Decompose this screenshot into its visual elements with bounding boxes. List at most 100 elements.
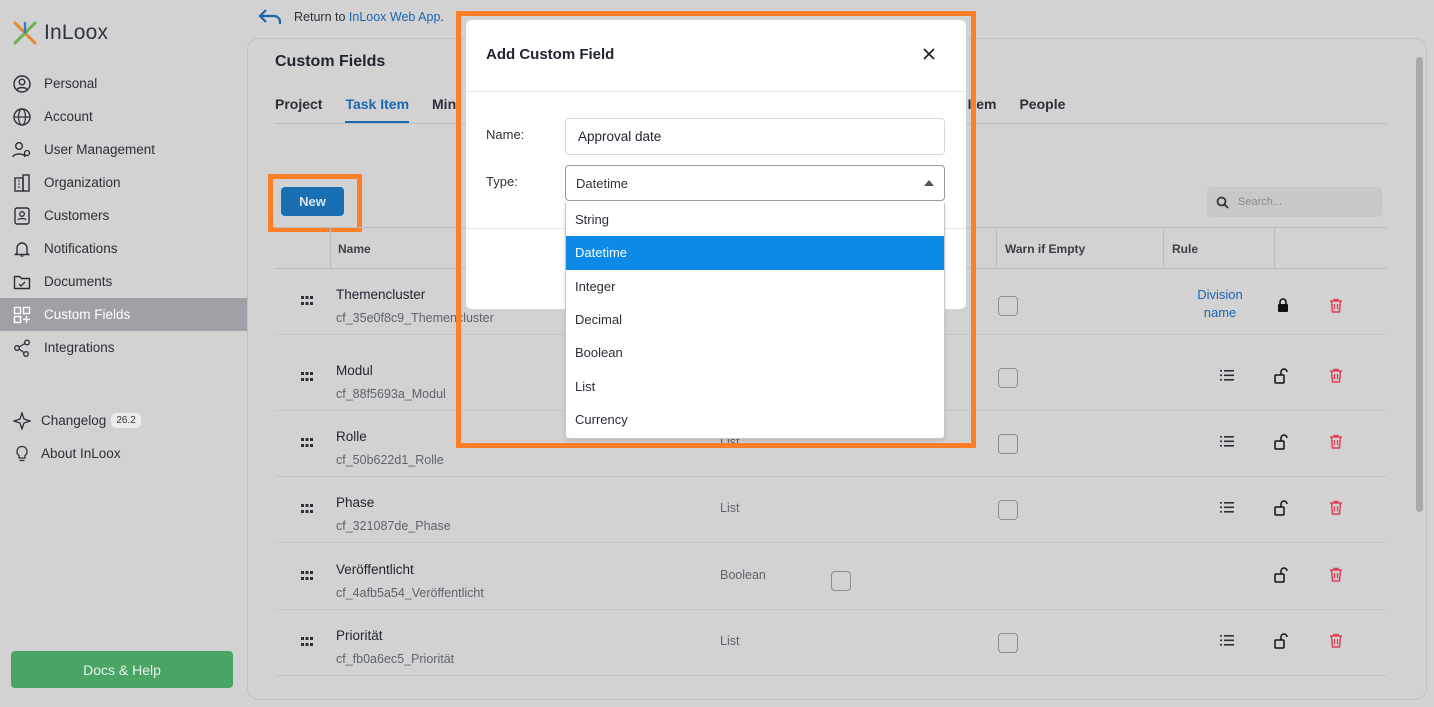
column-warn-if-empty[interactable]: Warn if Empty — [1005, 242, 1085, 256]
sidebar-item-label: Account — [44, 109, 93, 124]
lock-closed-icon[interactable] — [1277, 298, 1289, 312]
field-type: List — [720, 634, 740, 648]
dialog-highlight — [456, 11, 976, 448]
sidebar-item-personal[interactable]: Personal — [0, 67, 247, 100]
drag-handle-icon[interactable] — [301, 504, 313, 513]
field-name: Themencluster — [336, 287, 426, 302]
column-divider — [330, 228, 331, 269]
person-icon — [12, 74, 32, 94]
lock-open-icon[interactable] — [1274, 633, 1288, 649]
table-row[interactable]: Phase cf_321087de_Phase List — [275, 477, 1387, 543]
list-icon[interactable] — [1220, 436, 1234, 447]
field-name: Phase — [336, 495, 375, 510]
sidebar-item-label: User Management — [44, 142, 156, 157]
tab-project[interactable]: Project — [275, 96, 322, 123]
table-row[interactable]: Priorität cf_fb0a6ec5_Priorität List — [275, 610, 1387, 676]
lock-open-icon[interactable] — [1274, 368, 1288, 384]
field-name: Veröffentlicht — [336, 562, 414, 577]
warn-if-empty-checkbox[interactable] — [998, 296, 1018, 316]
sparkle-icon — [12, 411, 32, 431]
trash-icon[interactable] — [1329, 434, 1343, 449]
drag-handle-icon[interactable] — [301, 571, 313, 580]
drag-handle-icon[interactable] — [301, 296, 313, 305]
sidebar-item-label: About InLoox — [41, 446, 121, 461]
column-divider — [1163, 228, 1164, 269]
globe-icon — [12, 107, 32, 127]
sidebar-secondary-nav: Changelog 26.2 About InLoox — [0, 404, 247, 470]
sidebar-item-about[interactable]: About InLoox — [0, 437, 247, 470]
version-badge: 26.2 — [111, 413, 141, 428]
return-arrow-icon — [258, 9, 282, 24]
field-name: Priorität — [336, 628, 383, 643]
drag-handle-icon[interactable] — [301, 637, 313, 646]
table-row[interactable]: Veröffentlicht cf_4afb5a54_Veröffentlich… — [275, 544, 1387, 610]
default-value-checkbox[interactable] — [831, 571, 851, 591]
rule-link[interactable]: Division name — [1180, 286, 1260, 322]
return-suffix: . — [440, 10, 444, 24]
field-name: Rolle — [336, 429, 367, 444]
search-input[interactable]: Search... — [1207, 187, 1382, 217]
warn-if-empty-checkbox[interactable] — [998, 434, 1018, 454]
drag-handle-icon[interactable] — [301, 438, 313, 447]
contact-card-icon — [12, 206, 32, 226]
sidebar-item-label: Personal — [44, 76, 98, 91]
field-id: cf_4afb5a54_Veröffentlicht — [336, 586, 484, 600]
trash-icon[interactable] — [1329, 368, 1343, 383]
warn-if-empty-checkbox[interactable] — [998, 633, 1018, 653]
sidebar-item-label: Custom Fields — [44, 307, 131, 322]
tab-bar: Project Task Item Min — [275, 96, 479, 126]
bell-icon — [12, 239, 32, 259]
return-link-text[interactable]: InLoox Web App — [349, 10, 441, 24]
sidebar-item-organization[interactable]: Organization — [0, 166, 247, 199]
page-title: Custom Fields — [275, 53, 386, 70]
list-icon[interactable] — [1220, 635, 1234, 646]
docs-help-button[interactable]: Docs & Help — [11, 651, 233, 688]
column-name[interactable]: Name — [338, 242, 371, 256]
sidebar-item-label: Changelog — [41, 413, 107, 428]
sidebar-item-label: Customers — [44, 208, 110, 223]
sidebar-item-custom-fields[interactable]: Custom Fields — [0, 298, 247, 331]
lock-open-icon[interactable] — [1274, 500, 1288, 516]
sidebar-item-changelog[interactable]: Changelog 26.2 — [0, 404, 247, 437]
warn-if-empty-checkbox[interactable] — [998, 368, 1018, 388]
field-id: cf_88f5693a_Modul — [336, 387, 446, 401]
warn-if-empty-checkbox[interactable] — [998, 500, 1018, 520]
trash-icon[interactable] — [1329, 633, 1343, 648]
tab-min[interactable]: Min — [432, 96, 456, 123]
list-icon[interactable] — [1220, 370, 1234, 381]
trash-icon[interactable] — [1329, 567, 1343, 582]
sidebar: InLoox Personal Account User Management … — [0, 0, 247, 707]
tab-people[interactable]: People — [1019, 96, 1065, 123]
trash-icon[interactable] — [1329, 500, 1343, 515]
page-scrollbar[interactable] — [1416, 57, 1423, 512]
sidebar-item-integrations[interactable]: Integrations — [0, 331, 247, 364]
return-prefix: Return to — [294, 10, 349, 24]
tab-task-item[interactable]: Task Item — [345, 96, 410, 123]
lightbulb-icon — [12, 444, 32, 464]
sidebar-item-label: Notifications — [44, 241, 118, 256]
list-icon[interactable] — [1220, 502, 1234, 513]
new-button-highlight — [268, 174, 362, 232]
sidebar-item-user-management[interactable]: User Management — [0, 133, 247, 166]
drag-handle-icon[interactable] — [301, 372, 313, 381]
column-divider — [1274, 228, 1275, 269]
share-nodes-icon — [12, 338, 32, 358]
field-id: cf_50b622d1_Rolle — [336, 453, 444, 467]
column-rule[interactable]: Rule — [1172, 242, 1198, 256]
sidebar-item-label: Documents — [44, 274, 113, 289]
lock-open-icon[interactable] — [1274, 567, 1288, 583]
sidebar-item-notifications[interactable]: Notifications — [0, 232, 247, 265]
return-link[interactable]: Return to InLoox Web App. — [258, 8, 444, 26]
sidebar-item-documents[interactable]: Documents — [0, 265, 247, 298]
inloox-logo-icon — [13, 21, 37, 45]
search-placeholder: Search... — [1238, 196, 1283, 208]
inloox-logo[interactable]: InLoox — [12, 20, 108, 46]
field-type: Boolean — [720, 568, 766, 582]
sidebar-item-account[interactable]: Account — [0, 100, 247, 133]
building-icon — [12, 173, 32, 193]
sidebar-item-customers[interactable]: Customers — [0, 199, 247, 232]
trash-icon[interactable] — [1329, 298, 1343, 313]
field-name: Modul — [336, 363, 373, 378]
lock-open-icon[interactable] — [1274, 434, 1288, 450]
field-id: cf_321087de_Phase — [336, 519, 451, 533]
